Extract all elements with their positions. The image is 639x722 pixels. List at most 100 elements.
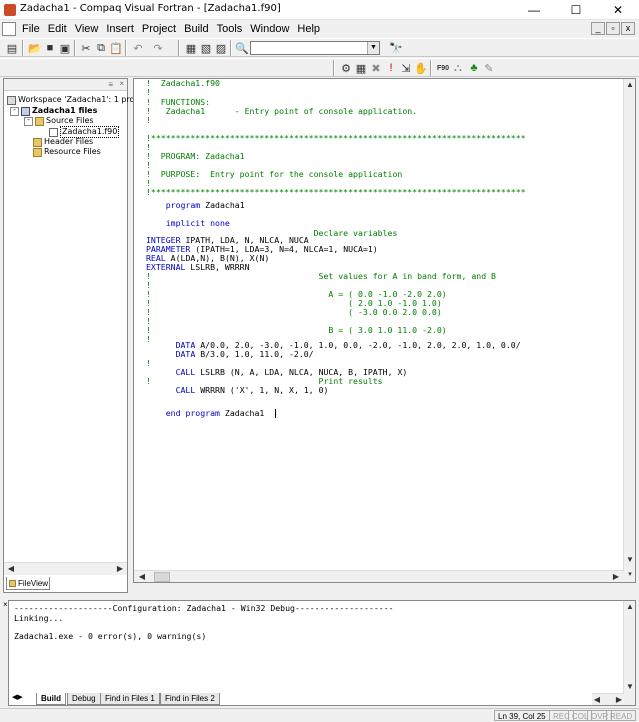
scroll-down-icon[interactable]: ▼ <box>624 681 636 693</box>
menu-edit[interactable]: Edit <box>44 23 71 35</box>
scroll-up-icon[interactable]: ▲ <box>624 601 636 613</box>
pane-close-icon[interactable]: × <box>119 79 124 88</box>
toolbar-separator <box>125 40 127 56</box>
tab-debug[interactable]: Debug <box>67 693 101 705</box>
find-in-files-icon[interactable]: 🔍 <box>234 40 250 56</box>
header-files-folder[interactable]: Header Files <box>33 137 93 147</box>
collapse-icon[interactable]: - <box>24 116 33 126</box>
minimize-button[interactable]: — <box>513 0 555 20</box>
toolbar-separator <box>333 60 335 76</box>
menu-tools[interactable]: Tools <box>213 23 247 35</box>
maximize-button[interactable]: ☐ <box>555 0 597 20</box>
pane-grip-icon[interactable]: ≡ <box>108 80 113 89</box>
breakpoint-icon[interactable]: ✋ <box>413 60 429 76</box>
build-icon[interactable]: ▦ <box>353 60 369 76</box>
project-label: Zadacha1 files <box>32 106 98 115</box>
resource-files-folder[interactable]: Resource Files <box>33 147 101 157</box>
copy-icon[interactable]: ⧉ <box>93 40 109 56</box>
toolbar-separator <box>430 60 432 76</box>
toolbar-separator <box>74 40 76 56</box>
execute-icon[interactable]: ! <box>383 60 399 76</box>
workspace-root[interactable]: Workspace 'Zadacha1': 1 proje <box>7 95 142 105</box>
scroll-right-icon[interactable]: ▶ <box>614 694 624 706</box>
output-hscrollbar[interactable]: ◀ ▶ <box>592 693 624 705</box>
workspace-window-icon[interactable]: ▦ <box>183 40 199 56</box>
menu-window[interactable]: Window <box>246 23 293 35</box>
fileview-tab-label: FileView <box>18 578 49 588</box>
fileview-tab[interactable]: FileView <box>6 577 50 590</box>
scroll-right-icon[interactable]: ▶ <box>114 563 126 575</box>
scroll-left-icon[interactable]: ◀ <box>5 563 17 575</box>
mdi-close-button[interactable]: x <box>621 22 635 35</box>
paste-icon[interactable]: 📋 <box>108 40 124 56</box>
tab-find-in-files-2[interactable]: Find in Files 2 <box>160 693 220 705</box>
resource-files-label: Resource Files <box>44 147 101 156</box>
mdi-minimize-button[interactable]: _ <box>591 22 605 35</box>
stop-build-icon[interactable]: ✖ <box>368 60 384 76</box>
find-icon[interactable]: 🔭 <box>388 40 404 56</box>
tree-icon[interactable]: ♣ <box>466 60 482 76</box>
menu-build[interactable]: Build <box>180 23 212 35</box>
code-line: DATA B/3.0, 1.0, 11.0, -2.0/ <box>175 349 314 359</box>
workspace-hscrollbar[interactable]: ◀ ▶ <box>4 562 127 575</box>
output-window-icon[interactable]: ▧ <box>198 40 214 56</box>
menu-bar: File Edit View Insert Project Build Tool… <box>0 20 639 38</box>
code-line: ! PURPOSE: Entry point for the console a… <box>146 169 403 179</box>
workspace-icon <box>7 95 16 105</box>
output-pane: --------------------Configuration: Zadac… <box>8 600 636 706</box>
menu-view[interactable]: View <box>71 23 103 35</box>
scroll-right-icon[interactable]: ▶ <box>610 571 622 582</box>
code-line: ! Zadacha1 - Entry point of console appl… <box>146 106 418 116</box>
tab-find-in-files-1[interactable]: Find in Files 1 <box>100 693 160 705</box>
hscroll-thumb[interactable] <box>154 572 170 582</box>
save-all-icon[interactable]: ▣ <box>57 40 73 56</box>
menu-help[interactable]: Help <box>293 23 324 35</box>
mdi-restore-button[interactable]: ▫ <box>606 22 620 35</box>
find-combo[interactable]: ▼ <box>250 41 380 55</box>
toolbar-separator <box>178 40 180 56</box>
code-editor[interactable]: ! Zadacha1.f90!! FUNCTIONS:! Zadacha1 - … <box>133 78 636 583</box>
fortran-browse-icon[interactable]: F90 <box>435 60 451 76</box>
code-line: program Zadacha1 <box>165 200 245 210</box>
window-title: Zadacha1 - Compaq Visual Fortran - [Zada… <box>20 3 281 14</box>
fileview-icon <box>9 579 16 587</box>
menu-project[interactable]: Project <box>138 23 180 35</box>
open-icon[interactable]: 📂 <box>27 40 43 56</box>
tool-icon[interactable]: ✎ <box>481 60 497 76</box>
window-list-icon[interactable]: ▨ <box>213 40 229 56</box>
code-line: ! ( -3.0 0.0 2.0 0.0) <box>146 307 442 317</box>
output-vscrollbar[interactable]: ▲ ▼ <box>623 601 635 705</box>
close-button[interactable]: ✕ <box>597 0 639 20</box>
tab-right-icon[interactable]: ▶ <box>17 694 22 701</box>
scroll-up-icon[interactable]: ▲ <box>624 79 635 91</box>
pane-close-icon[interactable]: × <box>3 600 8 609</box>
compile-icon[interactable]: ⚙ <box>338 60 354 76</box>
collapse-icon[interactable]: - <box>10 106 19 116</box>
read-indicator: READ <box>606 710 637 721</box>
module-icon[interactable]: ⛬ <box>450 60 466 76</box>
split-down-icon[interactable]: ▾ <box>624 569 635 581</box>
cut-icon[interactable]: ✂ <box>78 40 94 56</box>
project-node[interactable]: - Zadacha1 files <box>10 106 97 116</box>
chevron-down-icon[interactable]: ▼ <box>367 42 379 54</box>
tab-scroll-arrows[interactable]: ◀▶ <box>12 693 36 705</box>
undo-icon[interactable]: ↶ <box>130 40 146 56</box>
redo-icon[interactable]: ↷ <box>150 40 166 56</box>
scroll-left-icon[interactable]: ◀ <box>136 571 148 582</box>
code-line: ! Set values for A in band form, and B <box>146 271 496 281</box>
header-files-label: Header Files <box>44 137 94 146</box>
source-files-folder[interactable]: - Source Files <box>24 116 94 126</box>
code-line: ! <box>146 87 151 97</box>
menu-insert[interactable]: Insert <box>102 23 138 35</box>
go-icon[interactable]: ⇲ <box>398 60 414 76</box>
output-line: Zadacha1.exe - 0 error(s), 0 warning(s) <box>14 631 207 641</box>
editor-vscrollbar[interactable]: ▲ ▼ ▾ <box>623 79 635 582</box>
save-icon[interactable]: ■ <box>42 40 58 56</box>
workspace-icon[interactable]: ▤ <box>4 40 20 56</box>
tab-build[interactable]: Build <box>36 693 66 705</box>
scroll-down-icon[interactable]: ▼ <box>624 554 635 566</box>
text-caret <box>275 409 276 418</box>
menu-file[interactable]: File <box>18 23 44 35</box>
scroll-left-icon[interactable]: ◀ <box>592 694 602 706</box>
editor-hscrollbar[interactable]: ◀ ▶ <box>134 570 624 582</box>
